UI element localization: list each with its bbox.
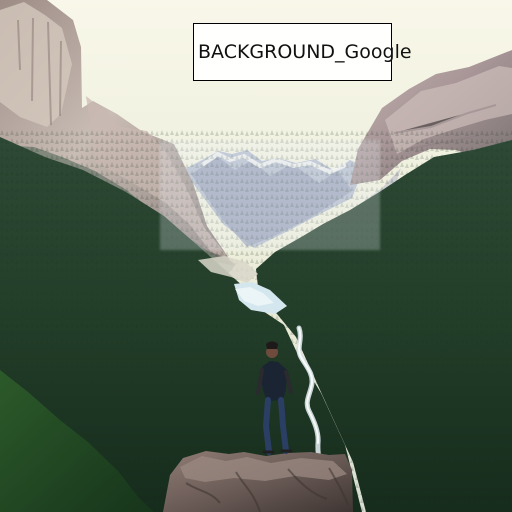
background-label-text: BACKGROUND_Google <box>198 40 412 63</box>
photo-scene: BACKGROUND_Google <box>0 0 512 512</box>
atmospheric-haze <box>160 140 380 250</box>
background-label-box: BACKGROUND_Google <box>193 23 412 81</box>
